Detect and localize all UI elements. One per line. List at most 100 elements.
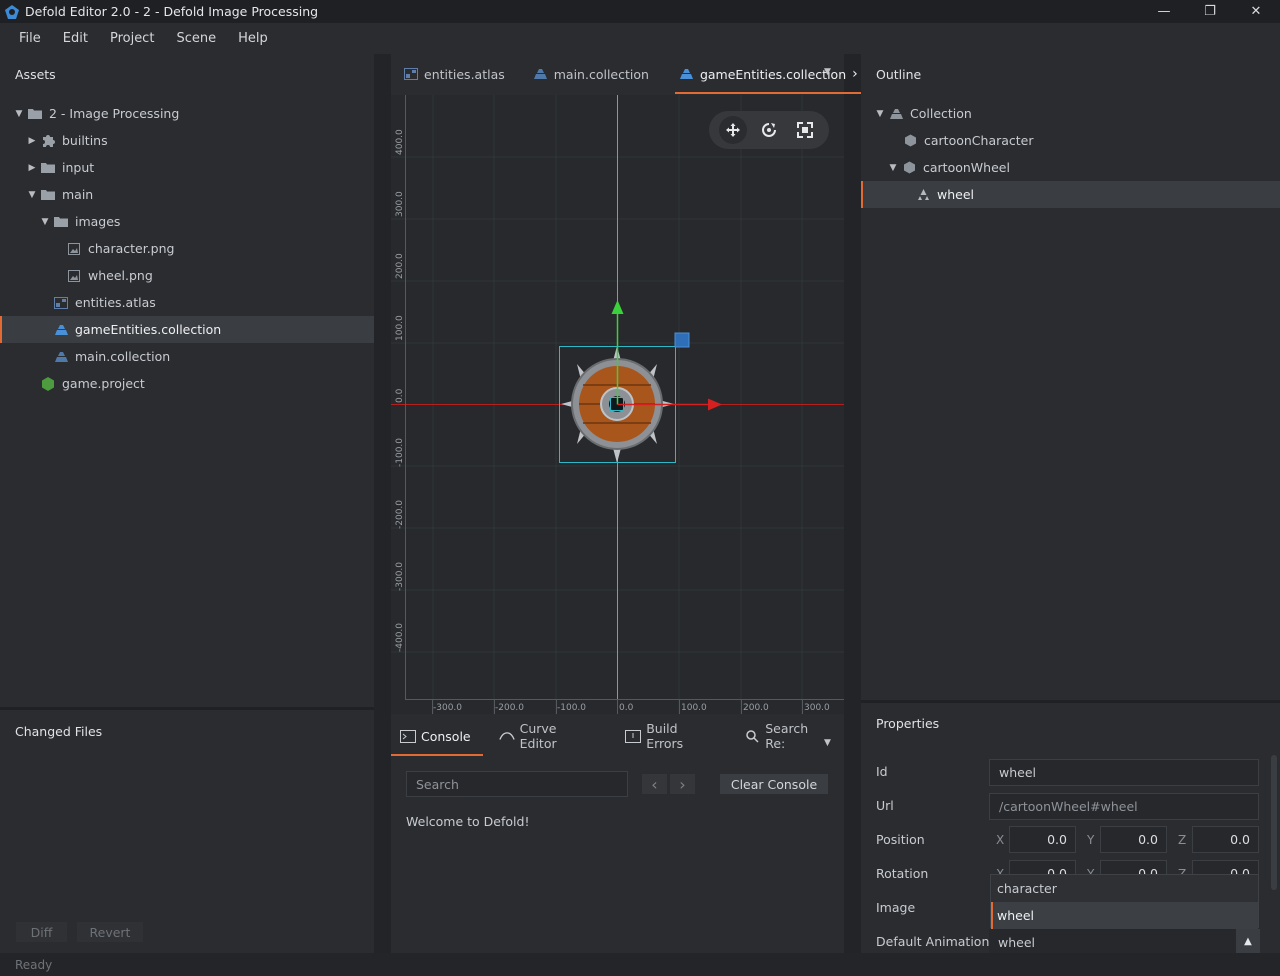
position-y-label: Y xyxy=(1087,833,1095,847)
chevron-down-icon[interactable]: ▼ xyxy=(13,109,25,119)
restore-button[interactable]: ❐ xyxy=(1187,0,1233,23)
tab-main-collection[interactable]: main.collection xyxy=(517,54,661,94)
asset-label: images xyxy=(75,214,121,229)
console-search-input[interactable]: Search xyxy=(406,771,628,797)
scene-viewport[interactable]: 400.0 300.0 200.0 100.0 0.0 -100.0 -200.… xyxy=(391,95,844,714)
scale-tool-icon xyxy=(797,122,813,138)
y-tick: -300.0 xyxy=(395,562,405,591)
tab-console[interactable]: Console xyxy=(391,716,483,756)
url-field[interactable]: /cartoonWheel#wheel xyxy=(989,793,1259,820)
chevron-right-icon[interactable]: ▶ xyxy=(26,136,38,146)
tabs-dropdown-icon[interactable]: ▼ xyxy=(824,67,831,77)
tab-entities-atlas[interactable]: entities.atlas xyxy=(391,54,517,94)
diff-button[interactable]: Diff xyxy=(16,922,67,942)
asset-item-images[interactable]: ▼ images xyxy=(0,208,374,235)
asset-label: 2 - Image Processing xyxy=(49,106,180,121)
console-panel: Console Curve Editor Build Errors Search… xyxy=(391,714,844,953)
tab-label: Curve Editor xyxy=(519,721,557,751)
changed-files-panel: Changed Files Diff Revert xyxy=(0,710,374,953)
tab-search-results[interactable]: Search Re: xyxy=(730,716,844,756)
outline-item-cartooncharacter[interactable]: cartoonCharacter xyxy=(861,127,1280,154)
asset-item-main-collection[interactable]: main.collection xyxy=(0,343,374,370)
error-list-icon xyxy=(625,729,642,743)
menu-edit[interactable]: Edit xyxy=(52,23,99,54)
outline-item-wheel[interactable]: wheel xyxy=(861,181,1280,208)
properties-scrollbar[interactable] xyxy=(1271,755,1277,890)
chevron-down-icon[interactable]: ▼ xyxy=(26,190,38,200)
asset-item-main[interactable]: ▼ main xyxy=(0,181,374,208)
tab-gameentities-collection[interactable]: gameEntities.collection › xyxy=(674,54,870,94)
tab-scroll-right-icon[interactable]: › xyxy=(852,66,858,82)
image-option-wheel[interactable]: wheel xyxy=(991,902,1258,929)
position-z-field[interactable]: 0.0 xyxy=(1192,826,1259,853)
scale-tool-button[interactable] xyxy=(791,116,819,144)
tab-label: entities.atlas xyxy=(424,66,505,82)
console-tabs-dropdown-icon[interactable]: ▼ xyxy=(824,738,831,748)
asset-item-wheel-png[interactable]: wheel.png xyxy=(0,262,374,289)
game-object-icon xyxy=(901,161,917,175)
tab-curve-editor[interactable]: Curve Editor xyxy=(483,716,610,756)
game-object-icon xyxy=(902,134,918,148)
tab-label: Build Errors xyxy=(646,721,684,751)
outline-item-collection[interactable]: ▼ Collection xyxy=(861,100,1280,127)
image-icon xyxy=(66,242,82,256)
position-y-field[interactable]: 0.0 xyxy=(1100,826,1167,853)
chevron-down-icon[interactable]: ▼ xyxy=(39,217,51,227)
asset-item-builtins[interactable]: ▶ builtins xyxy=(0,127,374,154)
atlas-icon xyxy=(53,296,69,310)
left-splitter[interactable] xyxy=(374,54,391,953)
search-icon xyxy=(744,729,760,743)
tab-build-errors[interactable]: Build Errors xyxy=(609,716,730,756)
default-animation-dropdown-button[interactable]: ▲ xyxy=(1236,929,1260,953)
search-prev-button[interactable]: ‹ xyxy=(642,774,667,794)
terminal-icon xyxy=(400,729,416,743)
manipulator-toolbar xyxy=(709,111,829,149)
rotate-tool-button[interactable] xyxy=(755,116,783,144)
collection-icon xyxy=(53,323,69,337)
image-icon xyxy=(66,269,82,283)
move-tool-button[interactable] xyxy=(719,116,747,144)
asset-item-root[interactable]: ▼ 2 - Image Processing xyxy=(0,100,374,127)
menu-file[interactable]: File xyxy=(8,23,52,54)
close-window-button[interactable]: ✕ xyxy=(1233,0,1279,23)
asset-label: builtins xyxy=(62,133,108,148)
asset-item-entities-atlas[interactable]: entities.atlas xyxy=(0,289,374,316)
chevron-right-icon[interactable]: ▶ xyxy=(26,163,38,173)
asset-label: main.collection xyxy=(75,349,171,364)
image-dropdown-list: character wheel xyxy=(990,874,1259,929)
outline-label: cartoonWheel xyxy=(923,160,1010,175)
outline-title: Outline xyxy=(876,67,922,82)
y-tick: -100.0 xyxy=(395,438,405,467)
menu-help[interactable]: Help xyxy=(227,23,279,54)
image-option-character[interactable]: character xyxy=(991,875,1258,902)
move-xy-handle xyxy=(674,332,690,348)
position-x-field[interactable]: 0.0 xyxy=(1009,826,1076,853)
window-title: Defold Editor 2.0 - 2 - Defold Image Pro… xyxy=(25,4,319,19)
rotate-tool-icon xyxy=(762,123,776,137)
id-field[interactable]: wheel xyxy=(989,759,1259,786)
chevron-down-icon[interactable]: ▼ xyxy=(874,109,886,119)
url-label: Url xyxy=(876,798,894,813)
tab-label: main.collection xyxy=(553,66,649,82)
position-label: Position xyxy=(876,832,925,847)
default-animation-field[interactable]: wheel xyxy=(989,929,1236,955)
y-tick: 0.0 xyxy=(395,388,405,403)
asset-item-game-project[interactable]: game.project xyxy=(0,370,374,397)
clear-console-button[interactable]: Clear Console xyxy=(720,774,828,794)
outline-item-cartoonwheel[interactable]: ▼ cartoonWheel xyxy=(861,154,1280,181)
menu-scene[interactable]: Scene xyxy=(165,23,227,54)
asset-item-input[interactable]: ▶ input xyxy=(0,154,374,181)
right-splitter[interactable] xyxy=(844,54,861,953)
chevron-down-icon[interactable]: ▼ xyxy=(887,163,899,173)
asset-label: character.png xyxy=(88,241,175,256)
x-tick: 200.0 xyxy=(743,703,769,713)
minimize-button[interactable]: — xyxy=(1141,0,1187,23)
search-next-button[interactable]: › xyxy=(670,774,695,794)
scene-canvas[interactable]: 400.0 300.0 200.0 100.0 0.0 -100.0 -200.… xyxy=(391,95,844,714)
asset-item-character-png[interactable]: character.png xyxy=(0,235,374,262)
position-z-label: Z xyxy=(1178,833,1187,847)
collection-icon xyxy=(533,67,549,81)
menu-project[interactable]: Project xyxy=(99,23,165,54)
revert-button[interactable]: Revert xyxy=(77,922,143,942)
asset-item-gameentities-collection[interactable]: gameEntities.collection xyxy=(0,316,374,343)
